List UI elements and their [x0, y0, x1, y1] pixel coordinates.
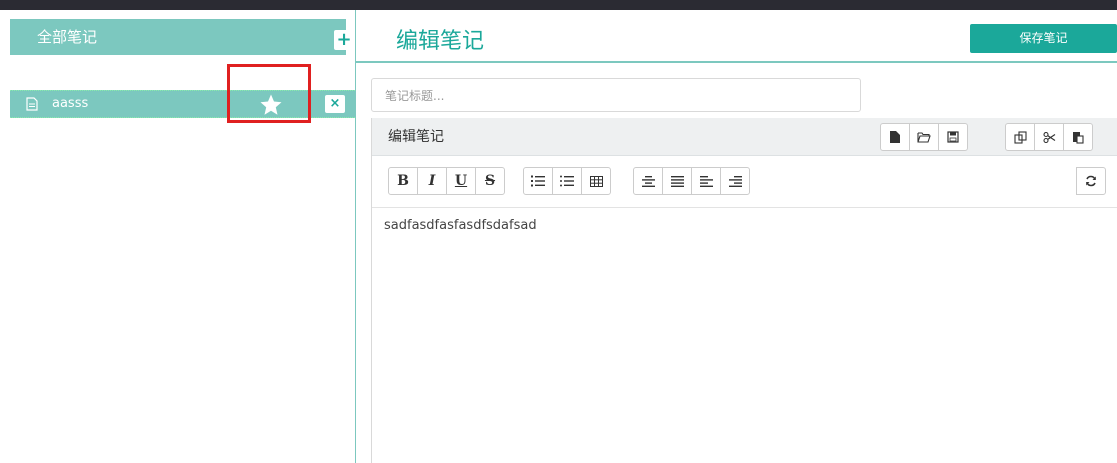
- unordered-list-button[interactable]: [552, 167, 582, 195]
- align-right-button[interactable]: [720, 167, 750, 195]
- delete-note-button[interactable]: ×: [325, 95, 345, 113]
- add-note-button[interactable]: +: [334, 30, 354, 50]
- copy-button[interactable]: [1005, 123, 1035, 151]
- top-bar: [0, 0, 1117, 10]
- unordered-list-icon: [560, 175, 574, 187]
- align-justify-icon: [670, 175, 684, 187]
- copy-icon: [1013, 130, 1027, 144]
- save-note-button[interactable]: 保存笔记: [970, 24, 1117, 53]
- new-file-button[interactable]: [880, 123, 910, 151]
- new-file-icon: [890, 131, 900, 143]
- folder-open-icon: [917, 131, 931, 143]
- scissors-icon: [1042, 131, 1055, 143]
- floppy-icon: [947, 131, 959, 143]
- plus-icon: +: [336, 29, 352, 50]
- align-center-icon: [641, 175, 655, 187]
- page-title: 编辑笔记: [396, 29, 485, 54]
- document-icon: [26, 97, 38, 111]
- text-style-group: B I U S: [388, 167, 505, 195]
- paste-button[interactable]: [1063, 123, 1093, 151]
- align-right-icon: [728, 175, 742, 187]
- note-editor: 编辑笔记 B I U S sadfasdfasfasdfsdafsad: [371, 118, 1117, 463]
- clipboard-button-group: [1005, 123, 1093, 151]
- align-left-icon: [699, 175, 713, 187]
- table-button[interactable]: [581, 167, 611, 195]
- open-folder-button[interactable]: [909, 123, 939, 151]
- editor-content[interactable]: sadfasdfasfasdfsdafsad: [384, 218, 537, 233]
- sidebar-header: 全部笔记 +: [10, 19, 354, 55]
- file-button-group: [880, 123, 968, 151]
- underline-button[interactable]: U: [446, 167, 476, 195]
- highlight-box: [227, 64, 311, 123]
- note-title: aasss: [52, 96, 89, 111]
- italic-button[interactable]: I: [417, 167, 447, 195]
- save-file-button[interactable]: [938, 123, 968, 151]
- alignment-group: [633, 167, 750, 195]
- bold-button[interactable]: B: [388, 167, 418, 195]
- sidebar-divider: [355, 10, 356, 463]
- align-justify-button[interactable]: [662, 167, 692, 195]
- note-title-input[interactable]: 笔记标题...: [371, 78, 861, 112]
- refresh-icon: [1086, 175, 1096, 187]
- header-divider: [356, 61, 1117, 63]
- list-group: [523, 167, 611, 195]
- ordered-list-icon: [531, 175, 545, 187]
- title-placeholder: 笔记标题...: [385, 89, 445, 103]
- editor-title: 编辑笔记: [388, 129, 444, 145]
- table-icon: [589, 175, 603, 187]
- paste-icon: [1073, 131, 1084, 144]
- editor-header: 编辑笔记: [372, 118, 1117, 156]
- cut-button[interactable]: [1034, 123, 1064, 151]
- ordered-list-button[interactable]: [523, 167, 553, 195]
- align-left-button[interactable]: [691, 167, 721, 195]
- strikethrough-button[interactable]: S: [475, 167, 505, 195]
- all-notes-title: 全部笔记: [37, 28, 98, 46]
- refresh-group: [1076, 167, 1106, 195]
- close-icon: ×: [329, 96, 341, 111]
- align-center-button[interactable]: [633, 167, 663, 195]
- formatting-toolbar: B I U S: [372, 156, 1117, 208]
- refresh-button[interactable]: [1076, 167, 1106, 195]
